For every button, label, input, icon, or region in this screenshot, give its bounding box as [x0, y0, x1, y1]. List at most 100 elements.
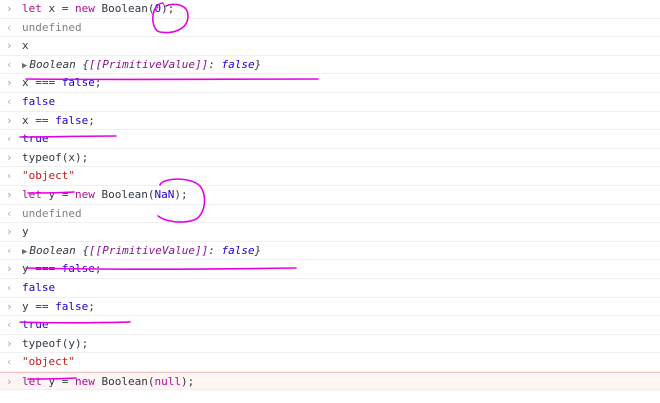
console-input-row: › let x = new Boolean(0);: [0, 0, 660, 19]
console-result-text: undefined: [22, 206, 82, 220]
token: }: [254, 57, 262, 71]
token: Boolean {: [29, 243, 90, 257]
console-input-row: › typeof(y);: [0, 335, 660, 354]
console-output-row[interactable]: ‹ ▶ Boolean {[[PrimitiveValue]]: false}: [0, 56, 660, 75]
console-input-row: › let y = new Boolean(NaN);: [0, 186, 660, 205]
token: [[PrimitiveValue]]: [89, 57, 209, 71]
console-output-row[interactable]: ‹ ▶ Boolean {[[PrimitiveValue]]: false}: [0, 242, 660, 261]
token: typeof(x);: [22, 150, 89, 164]
console-output-row: ‹ "object": [0, 353, 660, 372]
input-prompt-icon: ›: [6, 225, 13, 239]
token: x ==: [22, 113, 56, 127]
input-prompt-icon: ›: [6, 113, 13, 127]
token: }: [254, 243, 262, 257]
console-result-text: undefined: [22, 20, 82, 34]
token: Boolean {: [29, 57, 90, 71]
console-log: › let x = new Boolean(0); ‹ undefined › x ‹ ▶ Bo…: [0, 0, 660, 390]
token: undefined: [22, 20, 82, 34]
token: :: [208, 57, 222, 71]
output-prompt-icon: ‹: [6, 94, 13, 108]
console-result-text: "object": [22, 356, 75, 368]
console-command-text: let y = new Boolean(NaN);: [22, 187, 188, 201]
console-input-row: › x == false;: [0, 112, 660, 131]
token: false: [221, 243, 255, 257]
expand-triangle-icon[interactable]: ▶: [22, 247, 27, 257]
console-output-row: ‹ true: [0, 316, 660, 335]
token: x ===: [22, 76, 62, 90]
console-input-row: › y === false;: [0, 260, 660, 279]
token: false: [221, 57, 255, 71]
token: let: [22, 374, 42, 388]
token: undefined: [22, 206, 82, 220]
console-output-row: ‹ false: [0, 279, 660, 298]
token: Boolean(: [94, 2, 155, 15]
token: false: [22, 94, 56, 108]
input-prompt-icon: ›: [6, 150, 13, 164]
token: x: [22, 39, 29, 53]
token: y: [22, 225, 29, 239]
input-prompt-icon: ›: [6, 2, 13, 15]
console-command-text: typeof(y);: [22, 336, 89, 350]
token: false: [61, 76, 95, 90]
token: y =: [41, 374, 75, 388]
token: ;: [94, 262, 102, 276]
token: false: [22, 280, 56, 294]
output-prompt-icon: ‹: [6, 355, 13, 369]
console-command-text: x: [22, 40, 29, 52]
output-prompt-icon: ‹: [6, 318, 13, 332]
token: Boolean(: [94, 187, 155, 201]
token: "object": [22, 169, 75, 183]
console-input-row: › y == false;: [0, 298, 660, 317]
console-command-text: let y = new Boolean(null);: [22, 374, 194, 388]
output-prompt-icon: ‹: [6, 243, 13, 257]
console-input-row: › y: [0, 223, 660, 242]
console-output-row: ‹ "object": [0, 167, 660, 186]
console-command-text: y === false;: [22, 263, 102, 275]
token: NaN: [154, 187, 175, 201]
token: null: [154, 374, 181, 388]
console-result-text: ▶ Boolean {[[PrimitiveValue]]: false}: [22, 243, 262, 258]
console-input-row: › x === false;: [0, 74, 660, 93]
output-prompt-icon: ‹: [6, 280, 13, 294]
token: ;: [88, 113, 95, 127]
console-command-text: y == false;: [22, 299, 95, 313]
token: typeof(y);: [22, 336, 89, 350]
input-prompt-icon: ›: [6, 39, 13, 53]
input-prompt-icon: ›: [6, 299, 13, 313]
console-command-text: x === false;: [22, 77, 102, 89]
token: new: [75, 374, 95, 388]
token: y =: [41, 187, 75, 201]
token: ;: [88, 299, 95, 313]
console-input-row: › typeof(x);: [0, 149, 660, 168]
token: x =: [41, 2, 75, 15]
input-prompt-icon: ›: [6, 374, 13, 388]
output-prompt-icon: ‹: [6, 20, 13, 34]
token: false: [55, 299, 89, 313]
token: y ===: [22, 262, 62, 276]
token: false: [55, 113, 89, 127]
console-command-text: let x = new Boolean(0);: [22, 3, 174, 15]
output-prompt-icon: ‹: [6, 132, 13, 146]
token: new: [75, 2, 95, 15]
console-result-text: false: [22, 94, 56, 108]
input-prompt-icon: ›: [6, 336, 13, 350]
console-output-row: ‹ undefined: [0, 19, 660, 38]
output-prompt-icon: ‹: [6, 169, 13, 183]
token: new: [75, 187, 95, 201]
input-prompt-icon: ›: [6, 187, 13, 201]
token: true: [22, 318, 49, 332]
console-output-row: ‹ false: [0, 93, 660, 112]
token: false: [61, 262, 95, 276]
token: let: [22, 187, 42, 201]
token: [[PrimitiveValue]]: [89, 243, 209, 257]
expand-triangle-icon[interactable]: ▶: [22, 61, 27, 71]
token: );: [161, 2, 175, 15]
console-result-text: ▶ Boolean {[[PrimitiveValue]]: false}: [22, 57, 262, 72]
console-result-text: true: [22, 319, 49, 331]
input-prompt-icon: ›: [6, 76, 13, 90]
console-result-text: false: [22, 280, 56, 294]
console-result-text: true: [22, 133, 49, 145]
console-command-text: typeof(x);: [22, 150, 89, 164]
console-input-row: › x: [0, 37, 660, 56]
token: :: [208, 243, 222, 257]
